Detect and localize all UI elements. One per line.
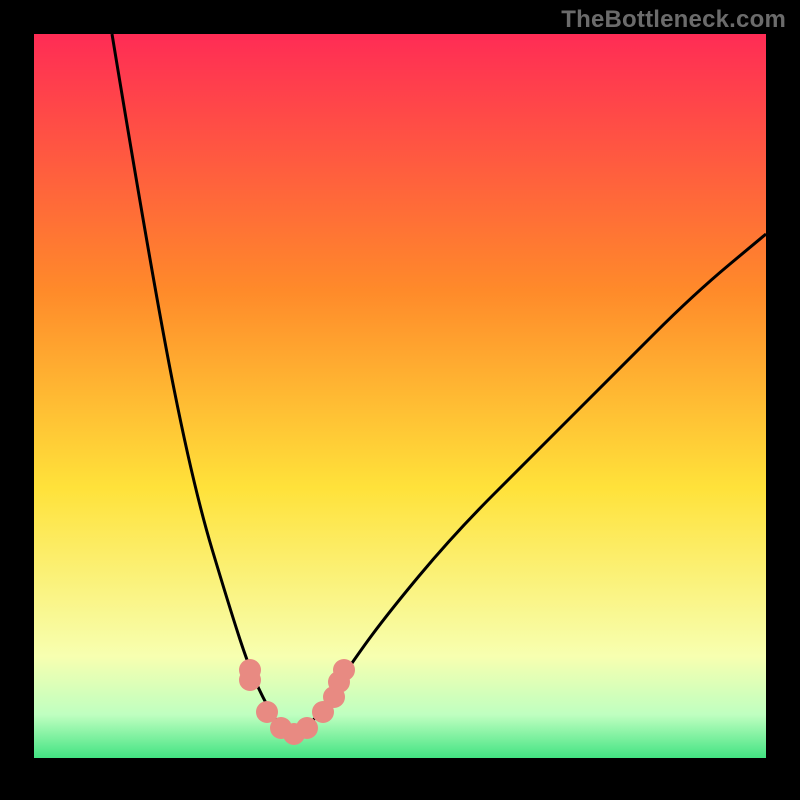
plot-area [34,34,766,766]
chart-frame: TheBottleneck.com [0,0,800,800]
data-marker [333,659,355,681]
data-marker [296,717,318,739]
bottleneck-plot-svg [34,34,766,766]
data-marker [239,669,261,691]
x-axis-bar [34,758,766,766]
watermark-text: TheBottleneck.com [561,6,786,34]
gradient-background [34,34,766,766]
